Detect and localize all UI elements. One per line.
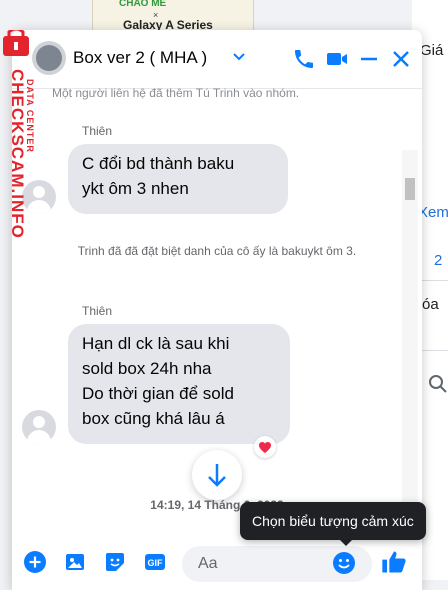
message-bubble[interactable]: Hạn dl ck là sau khi sold box 24h nha Do… bbox=[68, 324, 290, 444]
sender-name: Thiên bbox=[82, 304, 113, 318]
photo-icon[interactable] bbox=[63, 550, 87, 574]
composer-bar: GIF Aa bbox=[12, 538, 422, 590]
bg-price-text: Giá bbox=[420, 42, 444, 59]
message-input-placeholder: Aa bbox=[198, 555, 218, 572]
message-text: C đổi bd thành baku bbox=[82, 154, 235, 173]
plus-circle-icon[interactable] bbox=[23, 550, 47, 574]
emoji-icon[interactable] bbox=[332, 551, 356, 575]
scrollbar[interactable] bbox=[402, 150, 418, 538]
sender-avatar[interactable] bbox=[22, 410, 56, 444]
gif-icon[interactable]: GIF bbox=[143, 550, 167, 574]
scroll-to-bottom-button[interactable] bbox=[192, 450, 242, 500]
system-message: Trinh đã đã đặt biệt danh của cô ấy là b… bbox=[77, 244, 357, 258]
sender-name: Thiên bbox=[82, 124, 113, 138]
bg-count-text: 2 bbox=[434, 252, 443, 269]
scrollbar-thumb[interactable] bbox=[405, 178, 415, 200]
watermark-text: CHECKSCAM.INFO DATA CENTER bbox=[2, 64, 35, 244]
message-text: Do thời gian để sold bbox=[82, 384, 234, 403]
background-ad-banner: CHÀO MỀ × Galaxy A Series bbox=[92, 0, 254, 34]
search-icon[interactable] bbox=[428, 374, 448, 394]
chat-header: Box ver 2 ( MHA ) bbox=[12, 30, 422, 89]
bg-see-more-link[interactable]: Xem bbox=[418, 204, 448, 221]
message-bubble[interactable]: C đổi bd thành baku ykt ôm 3 nhen bbox=[68, 144, 288, 214]
phone-icon[interactable] bbox=[292, 47, 316, 71]
reaction-badge[interactable] bbox=[254, 436, 276, 458]
bg-delete-text: óa bbox=[422, 296, 439, 313]
message-text: box cũng khá lâu á bbox=[82, 409, 225, 428]
heart-icon bbox=[258, 441, 272, 453]
sender-avatar[interactable] bbox=[22, 180, 56, 214]
emoji-tooltip: Chọn biểu tượng cảm xúc bbox=[240, 502, 426, 546]
system-note: Một người liên hệ đã thêm Tú Trinh vào n… bbox=[52, 88, 300, 100]
group-avatar[interactable] bbox=[32, 41, 66, 75]
watermark-brand: CHECKSCAM.INFO bbox=[8, 69, 27, 239]
video-call-icon[interactable] bbox=[325, 47, 349, 71]
sticker-icon[interactable] bbox=[103, 550, 127, 574]
chat-title[interactable]: Box ver 2 ( MHA ) bbox=[73, 48, 207, 68]
arrow-down-icon bbox=[208, 464, 226, 487]
watermark-subtext: DATA CENTER bbox=[25, 79, 35, 153]
minimize-icon[interactable] bbox=[357, 47, 381, 71]
banner-text-1: CHÀO MỀ bbox=[119, 0, 167, 9]
message-text: Hạn dl ck là sau khi bbox=[82, 334, 230, 353]
like-thumbs-up-icon[interactable] bbox=[380, 548, 408, 576]
message-text: sold box 24h nha bbox=[82, 359, 212, 378]
chevron-down-icon[interactable] bbox=[230, 48, 248, 66]
close-icon[interactable] bbox=[389, 47, 413, 71]
message-text: ykt ôm 3 nhen bbox=[82, 179, 189, 198]
svg-text:GIF: GIF bbox=[148, 558, 164, 568]
